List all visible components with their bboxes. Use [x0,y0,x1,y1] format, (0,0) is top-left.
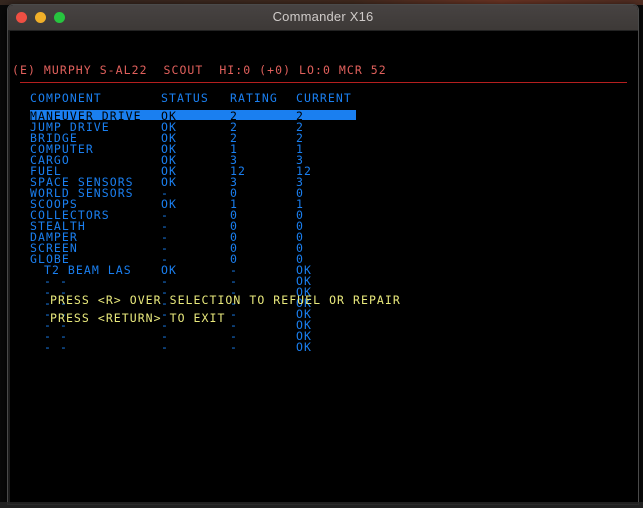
table-row-rating: - [230,340,238,354]
component-table: COMPONENT STATUS RATING CURRENT ____________… [8,31,638,504]
hint-line: PRESS <R> OVER SELECTION TO REFUEL OR RE… [50,293,401,307]
os-taskbar-strip [0,502,643,508]
table-row-current: 2 [296,109,304,123]
table-row-status: - [161,340,169,354]
desktop-backdrop: Commander X16 (E) MURPHY S-AL22 SCOUT HI… [0,0,643,508]
table-row-rating: 2 [230,109,238,123]
hint-line: PRESS <RETURN> TO EXIT [50,311,226,325]
window-titlebar[interactable]: Commander X16 [8,5,638,31]
table-row-status: OK [161,109,177,123]
table-row-component: MANEUVER DRIVE [30,109,142,123]
window-title: Commander X16 [272,9,374,24]
commander-x16-window: Commander X16 (E) MURPHY S-AL22 SCOUT HI… [7,4,639,505]
table-row-component: - - [44,340,68,354]
terminal-screen[interactable]: (E) MURPHY S-AL22 SCOUT HI:0 (+0) LO:0 M… [8,31,638,504]
table-row-current: OK [296,340,312,354]
